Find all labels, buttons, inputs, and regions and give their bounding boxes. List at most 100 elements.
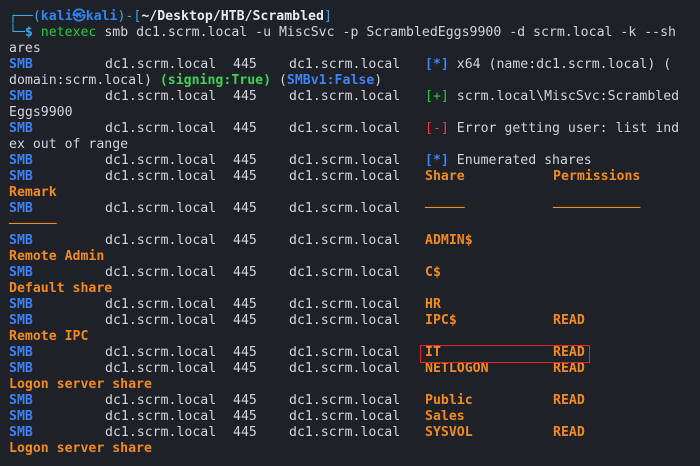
protocol-label: SMB (9, 425, 33, 440)
prompt-frame-bottom: └─ (9, 25, 25, 40)
share-row: SMB dc1.scrm.local 445 dc1.scrm.local SY… (9, 425, 700, 441)
prompt-path: ~/Desktop/HTB/Scrambled (141, 9, 324, 24)
host-name: dc1.scrm.local (289, 89, 401, 104)
host-name: dc1.scrm.local (289, 169, 401, 184)
share-row: SMB dc1.scrm.local 445 dc1.scrm.local C$ (9, 265, 700, 281)
port-number: 445 (233, 393, 257, 408)
protocol-label: SMB (9, 345, 33, 360)
protocol-label: SMB (9, 297, 33, 312)
host-name: dc1.scrm.local (289, 361, 401, 376)
info-text: x64 (name:dc1.scrm.local) ( (448, 57, 672, 72)
host-name: dc1.scrm.local (289, 121, 401, 136)
header-remark: Remark (9, 185, 57, 200)
port-number: 445 (233, 233, 257, 248)
protocol-label: SMB (9, 201, 33, 216)
output-line-wrap: Eggs9900 (9, 105, 700, 121)
share-row: SMB dc1.scrm.local 445 dc1.scrm.local HR (9, 297, 700, 313)
host-name: dc1.scrm.local (105, 201, 217, 216)
host-name: dc1.scrm.local (105, 297, 217, 312)
host-name: dc1.scrm.local (105, 57, 217, 72)
share-permission: READ (553, 425, 585, 440)
command-args-wrap: ares (9, 41, 41, 56)
share-name: HR (425, 297, 441, 312)
command-line[interactable]: └─$ netexec smb dc1.scrm.local -u MiscSv… (9, 25, 700, 41)
smbv1-status: SMBv1:False (286, 73, 375, 88)
share-permission: READ (553, 393, 585, 408)
command-args: smb dc1.scrm.local -u MiscSvc -p Scrambl… (96, 25, 676, 40)
host-name: dc1.scrm.local (289, 313, 401, 328)
host-name: dc1.scrm.local (289, 153, 401, 168)
host-name: dc1.scrm.local (105, 233, 217, 248)
error-wrap-text: ex out of range (9, 137, 129, 152)
protocol-label: SMB (9, 153, 33, 168)
port-number: 445 (233, 425, 257, 440)
success-tag: [+] (425, 89, 449, 104)
share-permission: READ (553, 313, 585, 328)
share-table-rule-wrap: ────── (9, 217, 700, 233)
port-number: 445 (233, 313, 257, 328)
info-tag: [*] (425, 57, 449, 72)
share-table-rule: SMB dc1.scrm.local 445 dc1.scrm.local ──… (9, 201, 700, 217)
port-number: 445 (233, 265, 257, 280)
header-permissions: Permissions (553, 169, 641, 184)
share-remark: Default share (9, 281, 113, 296)
host-name: dc1.scrm.local (105, 425, 217, 440)
command-line-wrap: ares (9, 41, 700, 57)
port-number: 445 (233, 121, 257, 136)
port-number: 445 (233, 201, 257, 216)
host-name: dc1.scrm.local (289, 201, 401, 216)
share-remark-line: Remote IPC (9, 329, 700, 345)
host-name: dc1.scrm.local (105, 169, 217, 184)
output-line: SMB dc1.scrm.local 445 dc1.scrm.local [*… (9, 153, 700, 169)
port-number: 445 (233, 345, 257, 360)
port-number: 445 (233, 361, 257, 376)
output-line: SMB dc1.scrm.local 445 dc1.scrm.local [-… (9, 121, 700, 137)
output-line-wrap: domain:scrm.local) (signing:True) (SMBv1… (9, 73, 383, 88)
host-name: dc1.scrm.local (105, 153, 217, 168)
protocol-label: SMB (9, 169, 33, 184)
prompt-user: kali㉿kali (40, 9, 118, 24)
host-name: dc1.scrm.local (289, 425, 401, 440)
error-tag: [-] (425, 121, 449, 136)
output-line: SMB dc1.scrm.local 445 dc1.scrm.local [+… (9, 89, 700, 105)
host-name: dc1.scrm.local (105, 265, 217, 280)
info-tag: [*] (425, 153, 449, 168)
auth-text: scrm.local\MiscSvc:Scrambled (448, 89, 680, 104)
share-name: IPC$ (425, 313, 457, 328)
share-name: C$ (425, 265, 441, 280)
host-name: dc1.scrm.local (105, 121, 217, 136)
highlight-annotation-box (420, 345, 590, 363)
host-name: dc1.scrm.local (105, 89, 217, 104)
share-table-header: SMB dc1.scrm.local 445 dc1.scrm.local Sh… (9, 169, 700, 185)
share-row: SMB dc1.scrm.local 445 dc1.scrm.local Pu… (9, 393, 700, 409)
protocol-label: SMB (9, 57, 33, 72)
prompt-frame-open: ┌──( (9, 9, 41, 24)
error-text: Error getting user: list ind (448, 121, 680, 136)
share-row: SMB dc1.scrm.local 445 dc1.scrm.local NE… (9, 361, 700, 377)
info-wrap-text: domain:scrm.local) (9, 73, 160, 88)
host-name: dc1.scrm.local (289, 57, 401, 72)
share-name: NETLOGON (425, 361, 489, 376)
command-name: netexec (40, 25, 97, 40)
host-name: dc1.scrm.local (105, 345, 217, 360)
protocol-label: SMB (9, 233, 33, 248)
share-row-highlighted: SMB dc1.scrm.local 445 dc1.scrm.local IT… (9, 345, 700, 361)
host-name: dc1.scrm.local (289, 233, 401, 248)
protocol-label: SMB (9, 121, 33, 136)
share-row: SMB dc1.scrm.local 445 dc1.scrm.local IP… (9, 313, 700, 329)
port-number: 445 (233, 409, 257, 424)
share-remark-line: Logon server share (9, 377, 700, 393)
rule-remark: ────── (9, 217, 57, 232)
auth-wrap-text: Eggs9900 (9, 105, 73, 120)
host-name: dc1.scrm.local (289, 345, 401, 360)
port-number: 445 (233, 153, 257, 168)
share-name: Sales (425, 409, 465, 424)
prompt-header-line: ┌──(kali㉿kali)-[~/Desktop/HTB/Scrambled] (9, 9, 700, 25)
host-name: dc1.scrm.local (289, 297, 401, 312)
share-permission: READ (553, 361, 585, 376)
terminal-window[interactable]: ┌──(kali㉿kali)-[~/Desktop/HTB/Scrambled]… (0, 0, 700, 466)
protocol-label: SMB (9, 313, 33, 328)
prompt-frame-mid: )-[ (117, 9, 142, 24)
prompt-dollar: $ (24, 25, 33, 40)
info-text: Enumerated shares (448, 153, 592, 168)
